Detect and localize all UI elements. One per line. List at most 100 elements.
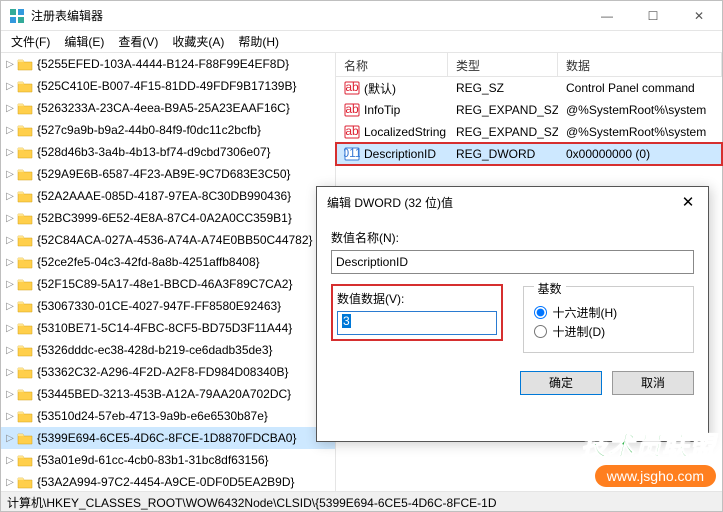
tree-item[interactable]: ▷{5399E694-6CE5-4D6C-8FCE-1D8870FDCBA0} [1, 427, 335, 449]
value-name: InfoTip [364, 103, 400, 117]
expand-icon[interactable]: ▷ [3, 235, 17, 246]
value-data-input[interactable]: 3 [337, 311, 497, 335]
expand-icon[interactable]: ▷ [3, 147, 17, 158]
value-data-label: 数值数据(V): [337, 290, 497, 307]
menu-favorites[interactable]: 收藏夹(A) [166, 31, 230, 52]
tree-item-label: {53510d24-57eb-4713-9a9b-e6e6530b87e} [37, 409, 268, 423]
value-data: @%SystemRoot%\system [558, 103, 722, 117]
tree-item-label: {52BC3999-6E52-4E8A-87C4-0A2A0CC359B1} [37, 211, 292, 225]
tree-item[interactable]: ▷{529A9E6B-6587-4F23-AB9E-9C7D683E3C50} [1, 163, 335, 185]
value-data: Control Panel command [558, 81, 722, 95]
tree-item[interactable]: ▷{527c9a9b-b9a2-44b0-84f9-f0dc11c2bcfb} [1, 119, 335, 141]
tree-item[interactable]: ▷ {53445BED-3213-453B-A12A-79AA20A702DC} [1, 383, 335, 405]
tree-item[interactable]: ▷ {5310BE71-5C14-4FBC-8CF5-BD75D3F11A44} [1, 317, 335, 339]
tree-item-label: {53A2A994-97C2-4454-A9CE-0DF0D5EA2B9D} [37, 475, 295, 489]
expand-icon[interactable]: ▷ [3, 477, 17, 488]
list-row[interactable]: ab LocalizedStringREG_EXPAND_SZ@%SystemRo… [336, 121, 722, 143]
col-name[interactable]: 名称 [336, 53, 448, 76]
expand-icon[interactable]: ▷ [3, 323, 17, 334]
dialog-close-button[interactable]: ✕ [668, 187, 708, 217]
tree-item[interactable]: ▷ {5326dddc-ec38-428d-b219-ce6dadb35de3} [1, 339, 335, 361]
expand-icon[interactable]: ▷ [3, 411, 17, 422]
tree-item[interactable]: ▷ {52BC3999-6E52-4E8A-87C4-0A2A0CC359B1} [1, 207, 335, 229]
expand-icon[interactable]: ▷ [3, 367, 17, 378]
tree-item[interactable]: ▷ {5263233A-23CA-4eea-B9A5-25A23EAAF16C} [1, 97, 335, 119]
value-name-input[interactable] [331, 250, 694, 274]
tree-item[interactable]: ▷ {525C410E-B007-4F15-81DD-49FDF9B17139B} [1, 75, 335, 97]
radio-dec[interactable]: 十进制(D) [534, 323, 684, 340]
radio-dec-input[interactable] [534, 325, 547, 338]
tree-item[interactable]: ▷{52ce2fe5-04c3-42fd-8a8b-4251affb8408} [1, 251, 335, 273]
cancel-button[interactable]: 取消 [612, 371, 694, 395]
tree-item-label: {5310BE71-5C14-4FBC-8CF5-BD75D3F11A44} [37, 321, 292, 335]
expand-icon[interactable]: ▷ [3, 301, 17, 312]
expand-icon[interactable]: ▷ [3, 125, 17, 136]
tree-item[interactable]: ▷ {53a01e9d-61cc-4cb0-83b1-31bc8df63156} [1, 449, 335, 471]
base-legend: 基数 [534, 280, 566, 297]
close-button[interactable]: ✕ [676, 1, 722, 31]
tree-item-label: {53445BED-3213-453B-A12A-79AA20A702DC} [37, 387, 291, 401]
menu-edit[interactable]: 编辑(E) [58, 31, 110, 52]
expand-icon[interactable]: ▷ [3, 213, 17, 224]
value-type: REG_EXPAND_SZ [448, 103, 558, 117]
minimize-button[interactable]: — [584, 1, 630, 31]
list-row[interactable]: ab(默认)REG_SZControl Panel command [336, 77, 722, 99]
expand-icon[interactable]: ▷ [3, 81, 17, 92]
maximize-button[interactable]: ☐ [630, 1, 676, 31]
col-type[interactable]: 类型 [448, 53, 558, 76]
titlebar: 注册表编辑器 — ☐ ✕ [1, 1, 722, 31]
tree-item[interactable]: ▷ {53A2A994-97C2-4454-A9CE-0DF0D5EA2B9D} [1, 471, 335, 491]
svg-text:ab: ab [345, 102, 359, 116]
dialog-title: 编辑 DWORD (32 位)值 [327, 194, 668, 211]
svg-text:011: 011 [344, 146, 360, 160]
tree-item[interactable]: ▷{53067330-01CE-4027-947F-FF8580E92463} [1, 295, 335, 317]
tree-item-label: {5326dddc-ec38-428d-b219-ce6dadb35de3} [37, 343, 273, 357]
menu-view[interactable]: 查看(V) [112, 31, 164, 52]
expand-icon[interactable]: ▷ [3, 389, 17, 400]
tree-item-label: {53a01e9d-61cc-4cb0-83b1-31bc8df63156} [37, 453, 269, 467]
value-data: @%SystemRoot%\system [558, 125, 722, 139]
registry-tree[interactable]: ▷{5255EFED-103A-4444-B124-F88F99E4EF8D}▷… [1, 53, 336, 491]
tree-item[interactable]: ▷{53362C32-A296-4F2D-A2F8-FD984D08340B} [1, 361, 335, 383]
value-data: 0x00000000 (0) [558, 147, 722, 161]
tree-item[interactable]: ▷ {52F15C89-5A17-48e1-BBCD-46A3F89C7CA2} [1, 273, 335, 295]
tree-item-label: {5263233A-23CA-4eea-B9A5-25A23EAAF16C} [37, 101, 290, 115]
menubar: 文件(F) 编辑(E) 查看(V) 收藏夹(A) 帮助(H) [1, 31, 722, 53]
tree-item-label: {525C410E-B007-4F15-81DD-49FDF9B17139B} [37, 79, 297, 93]
value-type: REG_EXPAND_SZ [448, 125, 558, 139]
radio-hex[interactable]: 十六进制(H) [534, 304, 684, 321]
tree-item[interactable]: ▷{52C84ACA-027A-4536-A74A-A74E0BB50C4478… [1, 229, 335, 251]
tree-item-label: {52F15C89-5A17-48e1-BBCD-46A3F89C7CA2} [37, 277, 293, 291]
expand-icon[interactable]: ▷ [3, 433, 17, 444]
expand-icon[interactable]: ▷ [3, 103, 17, 114]
tree-item-label: {528d46b3-3a4b-4b13-bf74-d9cbd7306e07} [37, 145, 271, 159]
expand-icon[interactable]: ▷ [3, 169, 17, 180]
list-row[interactable]: 011DescriptionIDREG_DWORD0x00000000 (0) [336, 143, 722, 165]
tree-item[interactable]: ▷{5255EFED-103A-4444-B124-F88F99E4EF8D} [1, 53, 335, 75]
tree-item[interactable]: ▷ {528d46b3-3a4b-4b13-bf74-d9cbd7306e07} [1, 141, 335, 163]
expand-icon[interactable]: ▷ [3, 455, 17, 466]
expand-icon[interactable]: ▷ [3, 279, 17, 290]
expand-icon[interactable]: ▷ [3, 257, 17, 268]
expand-icon[interactable]: ▷ [3, 345, 17, 356]
col-data[interactable]: 数据 [558, 53, 722, 76]
value-type: REG_DWORD [448, 147, 558, 161]
svg-text:ab: ab [345, 80, 359, 94]
window-title: 注册表编辑器 [31, 7, 584, 24]
list-header: 名称 类型 数据 [336, 53, 722, 77]
regedit-icon [9, 8, 25, 24]
svg-text:ab: ab [345, 124, 359, 138]
expand-icon[interactable]: ▷ [3, 59, 17, 70]
list-row[interactable]: ab InfoTip REG_EXPAND_SZ@%SystemRoot%\syst… [336, 99, 722, 121]
value-name: LocalizedString [364, 125, 446, 139]
ok-button[interactable]: 确定 [520, 371, 602, 395]
menu-file[interactable]: 文件(F) [5, 31, 56, 52]
radio-hex-input[interactable] [534, 306, 547, 319]
expand-icon[interactable]: ▷ [3, 191, 17, 202]
menu-help[interactable]: 帮助(H) [232, 31, 285, 52]
dialog-titlebar: 编辑 DWORD (32 位)值 ✕ [317, 187, 708, 217]
edit-dword-dialog: 编辑 DWORD (32 位)值 ✕ 数值名称(N): 数值数据(V): 3 基… [316, 186, 709, 442]
statusbar: 计算机\HKEY_CLASSES_ROOT\WOW6432Node\CLSID\… [1, 491, 722, 511]
tree-item[interactable]: ▷ {53510d24-57eb-4713-9a9b-e6e6530b87e} [1, 405, 335, 427]
tree-item[interactable]: ▷{52A2AAAE-085D-4187-97EA-8C30DB990436} [1, 185, 335, 207]
